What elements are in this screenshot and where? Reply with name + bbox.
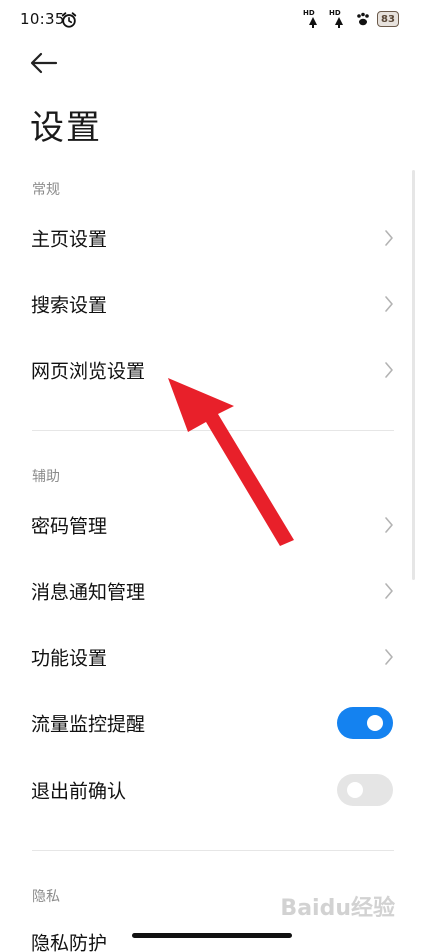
chevron-right-icon [384,648,394,666]
chevron-right-icon [384,229,394,247]
section-label-general: 常规 [32,179,60,199]
signal-hd-icon-2: HD [329,9,349,29]
row-traffic-monitor: 流量监控提醒 [0,693,425,753]
section-label-assist: 辅助 [32,466,60,486]
chevron-right-icon [384,516,394,534]
chevron-right-icon [384,361,394,379]
alarm-clock-icon [60,11,78,29]
traffic-monitor-toggle[interactable] [337,707,393,739]
row-label: 功能设置 [31,644,107,671]
row-password-management[interactable]: 密码管理 [0,495,425,555]
baidu-watermark: Baidu经验 [280,890,395,922]
row-exit-confirm: 退出前确认 [0,760,425,820]
row-label: 流量监控提醒 [31,710,145,737]
battery-icon: 83 [377,11,399,27]
chevron-right-icon [384,582,394,600]
row-notification-management[interactable]: 消息通知管理 [0,561,425,621]
row-label: 消息通知管理 [31,578,145,605]
row-home-settings[interactable]: 主页设置 [0,208,425,268]
status-time: 10:35 [20,10,65,28]
row-label: 密码管理 [31,512,107,539]
divider [32,430,394,431]
signal-hd-icon: HD [303,9,323,29]
section-label-privacy: 隐私 [32,886,60,906]
chevron-right-icon [384,295,394,313]
row-label: 主页设置 [31,225,107,252]
toggle-knob [367,715,383,731]
status-icons: HD HD 83 [303,9,399,29]
row-browsing-settings[interactable]: 网页浏览设置 [0,340,425,400]
arrow-left-icon[interactable] [28,48,60,78]
row-label: 退出前确认 [31,777,126,804]
page-title: 设置 [30,100,102,149]
divider [32,850,394,851]
scrollbar[interactable] [412,170,415,580]
toggle-knob [347,782,363,798]
exit-confirm-toggle[interactable] [337,774,393,806]
paw-icon [355,11,371,27]
row-label: 隐私防护 [31,929,107,952]
row-search-settings[interactable]: 搜索设置 [0,274,425,334]
row-label: 搜索设置 [31,291,107,318]
status-bar: 10:35 HD HD 83 [0,0,425,40]
row-label: 网页浏览设置 [31,357,145,384]
row-feature-settings[interactable]: 功能设置 [0,627,425,687]
home-indicator[interactable] [132,933,292,938]
